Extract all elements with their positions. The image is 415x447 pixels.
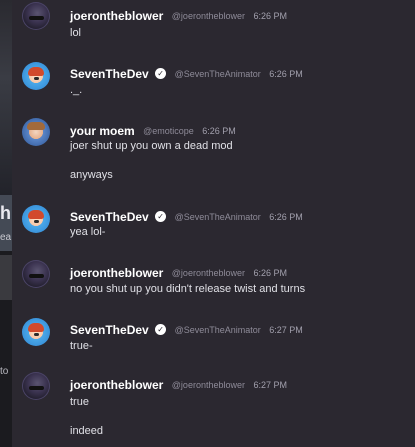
user-handle: @joerontheblower bbox=[171, 267, 245, 278]
avatar[interactable] bbox=[22, 318, 50, 346]
timestamp: 6:26 PM bbox=[269, 211, 303, 222]
timestamp: 6:26 PM bbox=[269, 68, 303, 79]
message-text: indeed bbox=[70, 425, 104, 437]
user-handle: @joerontheblower bbox=[171, 379, 245, 390]
message-header: your moem @emoticope 6:26 PM bbox=[70, 122, 236, 140]
chat-message: SevenTheDev ✓ @SevenTheAnimator 6:26 PM … bbox=[12, 52, 415, 110]
message-text: anyways bbox=[70, 169, 113, 181]
message-header: SevenTheDev ✓ @SevenTheAnimator 6:26 PM bbox=[70, 208, 303, 226]
timestamp: 6:26 PM bbox=[202, 125, 236, 136]
username[interactable]: joerontheblower bbox=[70, 378, 163, 392]
message-header: joerontheblower @joerontheblower 6:27 PM bbox=[70, 376, 287, 394]
timestamp: 6:27 PM bbox=[253, 379, 287, 390]
username[interactable]: SevenTheDev bbox=[70, 67, 149, 81]
verified-badge-icon: ✓ bbox=[155, 324, 167, 336]
message-text: true- bbox=[70, 340, 93, 352]
message-text: no you shut up you didn't release twist … bbox=[70, 283, 306, 295]
avatar[interactable] bbox=[22, 260, 50, 288]
background-big-text: h bbox=[0, 203, 11, 223]
username[interactable]: your moem bbox=[70, 124, 135, 138]
message-text: joer shut up you own a dead mod bbox=[70, 140, 233, 152]
user-handle: @SevenTheAnimator bbox=[174, 68, 261, 79]
background-tiny-text: to bbox=[0, 366, 9, 377]
username[interactable]: SevenTheDev bbox=[70, 323, 149, 337]
chat-message: SevenTheDev ✓ @SevenTheAnimator 6:27 PM … bbox=[12, 308, 415, 364]
chat-message: joerontheblower @joerontheblower 6:26 PM… bbox=[12, 0, 415, 52]
message-header: SevenTheDev ✓ @SevenTheAnimator 6:26 PM bbox=[70, 65, 303, 83]
user-handle: @SevenTheAnimator bbox=[174, 211, 261, 222]
message-text: true bbox=[70, 396, 89, 408]
background-strip: h ea to bbox=[0, 0, 12, 447]
timestamp: 6:27 PM bbox=[269, 324, 303, 335]
chat-message: joerontheblower @joerontheblower 6:27 PM… bbox=[12, 364, 415, 447]
message-text: lol bbox=[70, 27, 82, 39]
user-handle: @joerontheblower bbox=[171, 10, 245, 21]
user-handle: @SevenTheAnimator bbox=[174, 324, 261, 335]
avatar[interactable] bbox=[22, 2, 50, 30]
chat-panel: joerontheblower @joerontheblower 6:26 PM… bbox=[12, 0, 415, 447]
message-header: SevenTheDev ✓ @SevenTheAnimator 6:27 PM bbox=[70, 321, 303, 339]
avatar[interactable] bbox=[22, 372, 50, 400]
background-small-text: ea bbox=[0, 232, 12, 243]
username[interactable]: joerontheblower bbox=[70, 266, 163, 280]
background-card bbox=[0, 255, 12, 300]
message-header: joerontheblower @joerontheblower 6:26 PM bbox=[70, 7, 287, 25]
avatar[interactable] bbox=[22, 62, 50, 90]
timestamp: 6:26 PM bbox=[253, 267, 287, 278]
message-text: yea lol- bbox=[70, 226, 106, 238]
message-text: ._. bbox=[70, 84, 83, 96]
chat-message: your moem @emoticope 6:26 PM joer shut u… bbox=[12, 110, 415, 200]
user-handle: @emoticope bbox=[143, 125, 194, 136]
verified-badge-icon: ✓ bbox=[155, 68, 167, 80]
chat-message: joerontheblower @joerontheblower 6:26 PM… bbox=[12, 252, 415, 308]
background-photo bbox=[0, 0, 12, 195]
chat-message: SevenTheDev ✓ @SevenTheAnimator 6:26 PM … bbox=[12, 200, 415, 252]
avatar[interactable] bbox=[22, 205, 50, 233]
verified-badge-icon: ✓ bbox=[155, 211, 167, 223]
message-header: joerontheblower @joerontheblower 6:26 PM bbox=[70, 264, 287, 282]
username[interactable]: SevenTheDev bbox=[70, 210, 149, 224]
username[interactable]: joerontheblower bbox=[70, 9, 163, 23]
timestamp: 6:26 PM bbox=[253, 10, 287, 21]
avatar[interactable] bbox=[22, 118, 50, 146]
